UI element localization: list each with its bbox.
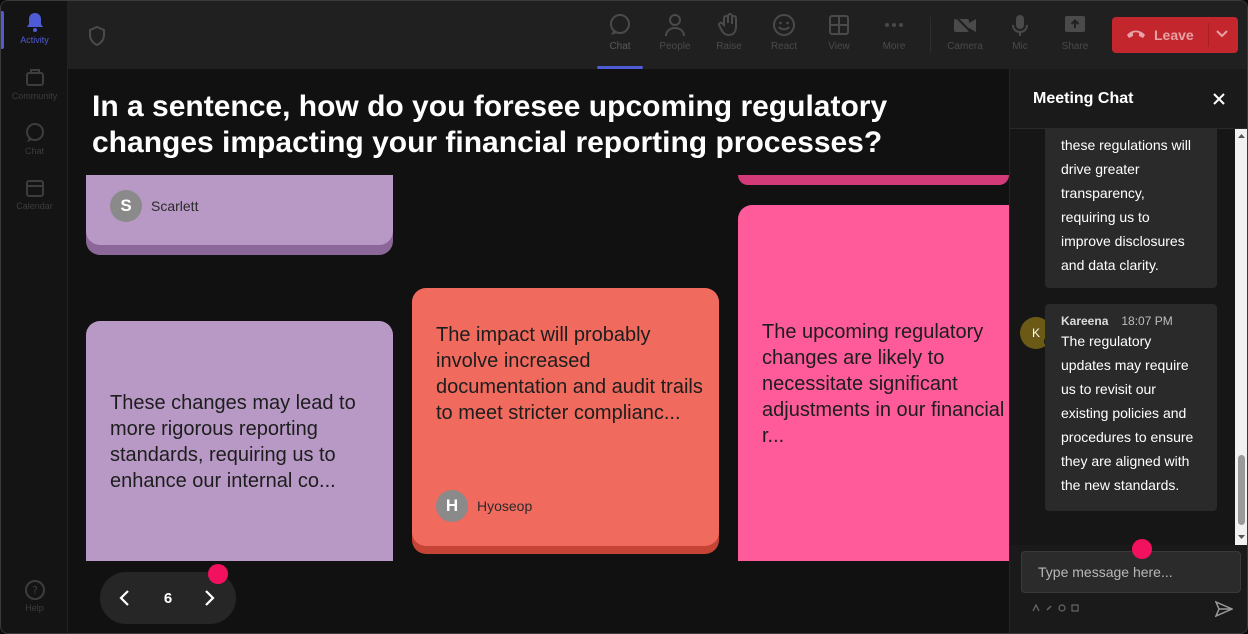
cursor-indicator [208,564,228,584]
toolbar-label: Chat [609,41,631,52]
card-author: S Scarlett [110,190,198,222]
author-name: Scarlett [151,198,199,214]
toolbar-label: People [659,41,691,52]
chat-message: Kareena 18:07 PM The regulatory updates … [1045,304,1217,511]
camera-off-icon [954,15,976,36]
formatting-toolbar [1032,604,1079,612]
share-icon [1065,16,1085,32]
help-icon: ? [24,580,45,600]
close-icon[interactable] [1212,92,1226,106]
rail-item-chat[interactable]: Chat [1,122,68,156]
left-rail: Activity Community Chat Calendar ? Help [1,1,68,633]
meeting-toolbar: Chat People Raise React View More Camera [68,1,1247,69]
rail-item-activity[interactable]: Activity [1,11,68,49]
app-window: Activity Community Chat Calendar ? Help … [0,0,1248,634]
toolbar-raise-button[interactable]: Raise [704,11,754,61]
rail-label: Chat [24,146,44,156]
toolbar-mic-button[interactable]: Mic [995,11,1045,61]
message-time: 18:07 PM [1121,314,1173,328]
people-icon [665,14,685,37]
send-icon[interactable] [1215,600,1233,618]
toolbar-people-button[interactable]: People [650,11,700,61]
bell-icon [26,13,43,32]
shield-icon[interactable] [88,26,106,46]
toolbar-more-button[interactable]: More [869,11,919,61]
hang-up-icon [1127,30,1145,38]
chevron-right-icon[interactable] [202,589,216,607]
scroll-down-icon[interactable] [1237,533,1246,541]
toolbar-label: React [770,41,798,52]
rail-item-community[interactable]: Community [1,67,68,101]
leave-button[interactable]: Leave [1112,17,1238,53]
gif-icon[interactable] [1071,604,1079,612]
question-title: In a sentence, how do you foresee upcomi… [92,90,888,159]
toolbar-camera-button[interactable]: Camera [940,11,990,61]
toolbar-react-button[interactable]: React [759,11,809,61]
message-text: The regulatory updates may require us to… [1061,333,1194,493]
message-author: Kareena [1061,314,1109,328]
grid-icon [829,15,849,35]
rail-label: Calendar [16,201,53,211]
chevron-down-icon[interactable] [1215,29,1229,39]
smiley-icon [773,14,795,36]
toolbar-separator [930,17,931,53]
meeting-chat-panel: Meeting Chat these regulations will driv… [1009,69,1247,633]
card-text: The upcoming regulatory changes are like… [762,321,1005,447]
avatar: H [436,490,468,522]
toolbar-share-button[interactable]: Share [1050,11,1100,61]
leave-label: Leave [1154,27,1194,43]
chat-scrollbar[interactable] [1235,129,1247,545]
calendar-icon [25,180,44,197]
chat-message-input[interactable] [1021,551,1241,593]
rail-item-calendar[interactable]: Calendar [1,177,68,211]
raise-hand-icon [718,13,737,37]
toolbar-chat-button[interactable]: Chat [595,11,645,69]
avatar: S [110,190,142,222]
chat-header: Meeting Chat [1010,69,1247,129]
response-card[interactable]: The upcoming regulatory changes are like… [738,205,1009,561]
mic-icon [1012,15,1028,36]
cursor-indicator [1132,539,1152,559]
more-icon [885,23,903,27]
author-name: Hyoseop [477,498,533,514]
rail-label: Help [25,603,44,613]
toolbar-label: Mic [1012,41,1028,52]
response-card[interactable]: These changes may lead to more rigorous … [86,321,393,561]
presentation-stage: In a sentence, how do you foresee upcomi… [68,69,1009,633]
rail-label: Activity [20,35,49,45]
message-meta: Kareena 18:07 PM [1061,313,1201,329]
attach-icon[interactable] [1045,604,1053,612]
scrollbar-thumb[interactable] [1238,455,1245,525]
scroll-up-icon[interactable] [1237,132,1246,140]
chat-icon [610,14,630,35]
leave-divider [1208,23,1209,47]
toolbar-label: Camera [947,41,983,52]
toolbar-label: Share [1061,41,1089,52]
rail-item-help[interactable]: ? Help [1,579,68,613]
toolbar-label: Raise [716,41,742,52]
response-card[interactable]: S Scarlett [86,175,393,255]
format-icon[interactable] [1032,604,1040,612]
chat-messages[interactable]: these regulations will drive greater tra… [1010,129,1247,545]
chat-icon [25,123,44,142]
community-icon [25,69,44,86]
message-text: these regulations will drive greater tra… [1061,137,1191,273]
chat-title: Meeting Chat [1033,90,1134,107]
response-card[interactable]: The impact will probably involve increas… [412,288,719,554]
toolbar-view-button[interactable]: View [814,11,864,61]
card-text: These changes may lead to more rigorous … [110,392,356,492]
chat-message: these regulations will drive greater tra… [1045,129,1217,288]
svg-text:?: ? [32,584,38,597]
card-author: H Hyoseop [436,490,532,522]
toolbar-label: More [882,41,906,52]
card-edge [738,175,1009,185]
card-text: The impact will probably involve increas… [436,324,703,424]
emoji-icon[interactable] [1058,604,1066,612]
toolbar-label: View [828,41,850,52]
rail-label: Community [11,91,58,101]
